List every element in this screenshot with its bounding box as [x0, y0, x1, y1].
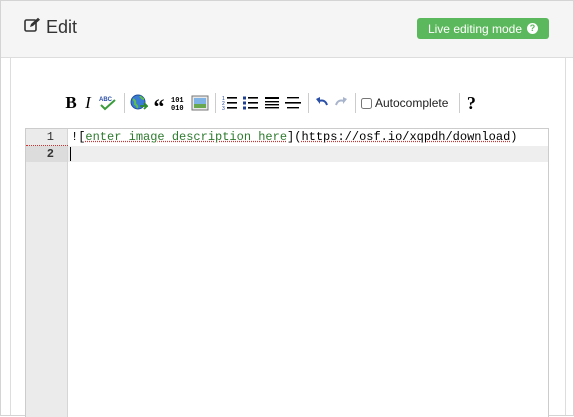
help-button[interactable]: ? [465, 93, 477, 113]
md-alt-text: enter image description here [85, 130, 288, 144]
toolbar-separator [215, 93, 216, 113]
toolbar-separator [459, 93, 461, 113]
binary-code-icon: 101 010 [171, 97, 184, 112]
horizontal-rule-button[interactable] [284, 93, 302, 113]
horizontal-rule-icon [285, 97, 301, 109]
spellcheck-abc-icon: ABC [99, 97, 116, 111]
autocomplete-checkbox[interactable] [361, 97, 372, 109]
md-close-paren: ) [510, 130, 518, 144]
svg-text:010: 010 [171, 105, 184, 112]
question-circle-icon: ? [527, 23, 539, 34]
image-button[interactable] [191, 93, 209, 113]
autocomplete-toggle[interactable]: Autocomplete [361, 96, 448, 110]
ordered-list-button[interactable]: 1 2 3 [221, 93, 239, 113]
md-url: https://osf.io/xqpdh/download [301, 130, 511, 144]
line-number: 2 [26, 146, 67, 162]
line-number-gutter [26, 129, 68, 417]
live-editing-mode-button[interactable]: Live editing mode ? [417, 18, 549, 39]
bold-button[interactable]: B [64, 93, 78, 113]
link-button[interactable] [130, 93, 148, 113]
italic-button[interactable]: I [81, 93, 95, 113]
live-editing-mode-label: Live editing mode [427, 21, 523, 36]
undo-icon [316, 97, 328, 106]
toolbar-separator [124, 93, 125, 113]
globe-link-icon [130, 94, 148, 110]
page-title: Edit [46, 16, 78, 37]
autocomplete-label: Autocomplete [375, 96, 449, 110]
editor-line-1[interactable]: ![enter image description here](https://… [71, 129, 518, 145]
svg-text:101: 101 [171, 97, 184, 105]
bullet-list-icon [243, 96, 258, 110]
image-icon [191, 95, 209, 111]
text-cursor [70, 147, 71, 161]
redo-icon [335, 97, 347, 106]
markdown-editor[interactable]: 1 2 ![enter image description here](http… [25, 128, 549, 417]
heading-icon [265, 97, 279, 109]
unordered-list-button[interactable] [242, 93, 260, 113]
undo-button[interactable] [314, 93, 330, 113]
svg-text:3: 3 [222, 106, 225, 111]
ordered-list-icon: 1 2 3 [222, 96, 237, 111]
redo-button[interactable] [333, 93, 349, 113]
heading-button[interactable] [263, 93, 281, 113]
code-button[interactable]: 101 010 [170, 93, 188, 113]
blockquote-button[interactable]: “ [151, 89, 167, 118]
edit-icon [24, 17, 41, 38]
svg-text:ABC: ABC [99, 97, 113, 103]
panel-title: Edit [24, 16, 77, 38]
spellcheck-button[interactable]: ABC [98, 93, 118, 113]
active-line-highlight [68, 146, 548, 162]
panel-header: Edit Live editing mode ? [1, 1, 573, 58]
markdown-toolbar: B I ABC “ 101 010 1 2 3 Autocomplete ? [64, 89, 480, 118]
toolbar-separator [308, 93, 309, 113]
toolbar-separator [355, 93, 356, 113]
line-number: 1 [46, 130, 54, 144]
